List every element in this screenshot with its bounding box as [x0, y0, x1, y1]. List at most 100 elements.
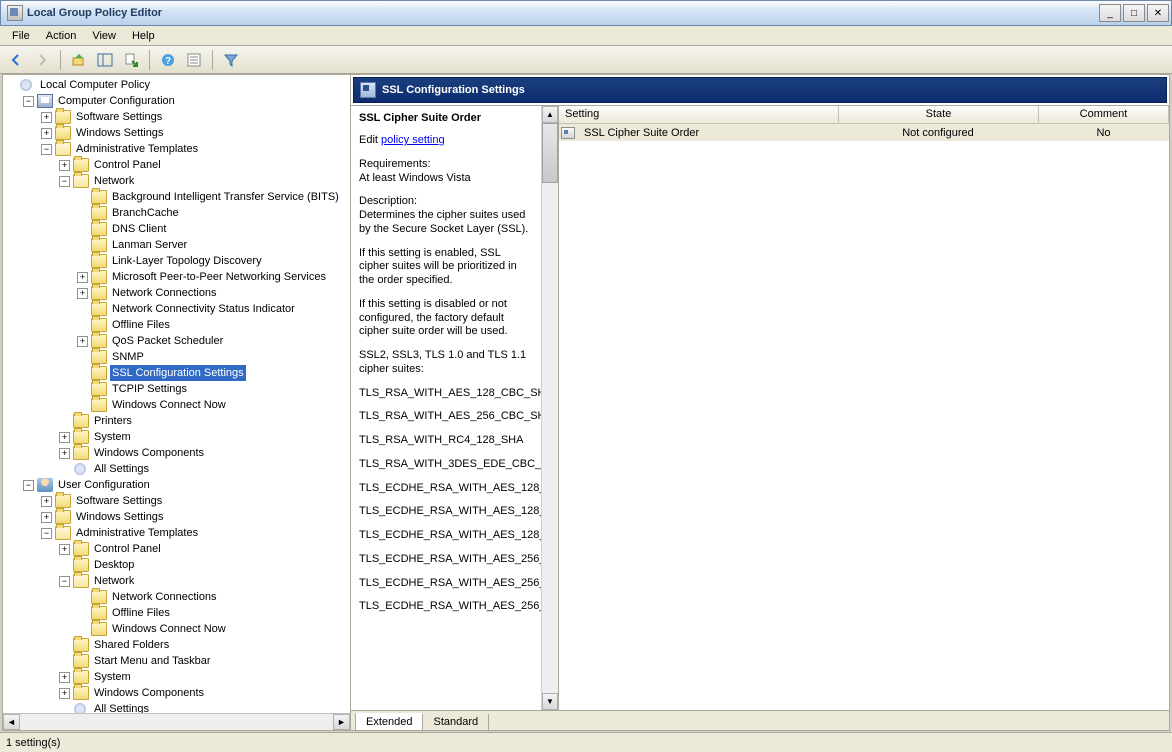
tree-item[interactable]: SNMP: [5, 349, 350, 365]
tree-item[interactable]: DNS Client: [5, 221, 350, 237]
expand-icon[interactable]: +: [59, 160, 70, 171]
tree-item[interactable]: Windows Connect Now: [5, 621, 350, 637]
expand-icon[interactable]: +: [77, 272, 88, 283]
expand-icon[interactable]: +: [41, 512, 52, 523]
collapse-icon[interactable]: −: [59, 176, 70, 187]
cipher-suite: TLS_ECDHE_RSA_WITH_AES_256_CBC_SHA_P521: [359, 600, 532, 614]
help-button[interactable]: ?: [156, 49, 180, 71]
tree-item[interactable]: Windows Connect Now: [5, 397, 350, 413]
expand-icon[interactable]: +: [59, 672, 70, 683]
tree-item[interactable]: −Administrative Templates: [5, 525, 350, 541]
col-comment[interactable]: Comment: [1039, 106, 1169, 123]
tree-item[interactable]: +Control Panel: [5, 157, 350, 173]
properties-button[interactable]: [182, 49, 206, 71]
tree-item[interactable]: +Microsoft Peer-to-Peer Networking Servi…: [5, 269, 350, 285]
expand-icon[interactable]: +: [77, 336, 88, 347]
folder-icon: [91, 286, 107, 300]
menu-help[interactable]: Help: [124, 28, 163, 44]
collapse-icon[interactable]: −: [23, 96, 34, 107]
menu-action[interactable]: Action: [38, 28, 85, 44]
tree-item[interactable]: BranchCache: [5, 205, 350, 221]
tree-item[interactable]: −User Configuration: [5, 477, 350, 493]
filter-button[interactable]: [219, 49, 243, 71]
tree-item[interactable]: −Computer Configuration: [5, 93, 350, 109]
export-list-button[interactable]: [119, 49, 143, 71]
tree-item[interactable]: Network Connections: [5, 589, 350, 605]
tree-item[interactable]: Desktop: [5, 557, 350, 573]
tree-item[interactable]: +System: [5, 429, 350, 445]
folder-icon: [91, 398, 107, 412]
tree-item[interactable]: +Software Settings: [5, 493, 350, 509]
collapse-icon[interactable]: −: [59, 576, 70, 587]
show-hide-tree-button[interactable]: [93, 49, 117, 71]
folder-icon: [55, 110, 71, 124]
tree-item[interactable]: Background Intelligent Transfer Service …: [5, 189, 350, 205]
setting-row[interactable]: SSL Cipher Suite OrderNot configuredNo: [559, 124, 1169, 141]
policy-tree[interactable]: Local Computer Policy−Computer Configura…: [3, 75, 350, 713]
tree-item[interactable]: +Control Panel: [5, 541, 350, 557]
tree-item[interactable]: −Administrative Templates: [5, 141, 350, 157]
tab-extended[interactable]: Extended: [355, 713, 423, 731]
collapse-icon[interactable]: −: [23, 480, 34, 491]
tree-item-label: Network Connections: [110, 285, 219, 301]
up-button[interactable]: [67, 49, 91, 71]
collapse-icon[interactable]: −: [41, 528, 52, 539]
tree-item-label: Network Connections: [110, 589, 219, 605]
collapse-icon[interactable]: −: [41, 144, 52, 155]
tree-hscrollbar[interactable]: ◄►: [3, 713, 350, 730]
cipher-suite: TLS_ECDHE_RSA_WITH_AES_128_CBC_SHA_P384: [359, 505, 532, 519]
expander-spacer: [77, 192, 88, 203]
tree-item[interactable]: +Windows Components: [5, 445, 350, 461]
menu-view[interactable]: View: [84, 28, 124, 44]
tree-item[interactable]: Link-Layer Topology Discovery: [5, 253, 350, 269]
forward-button[interactable]: [30, 49, 54, 71]
tree-item[interactable]: + Network Connections: [5, 285, 350, 301]
desc-disabled: If this setting is disabled or not confi…: [359, 298, 532, 339]
edit-policy-link[interactable]: policy setting: [381, 134, 445, 146]
close-button[interactable]: ✕: [1147, 4, 1169, 22]
expand-icon[interactable]: +: [41, 496, 52, 507]
tree-item[interactable]: +QoS Packet Scheduler: [5, 333, 350, 349]
tree-item[interactable]: All Settings: [5, 461, 350, 477]
tree-item[interactable]: Lanman Server: [5, 237, 350, 253]
tree-item[interactable]: Network Connectivity Status Indicator: [5, 301, 350, 317]
expand-icon[interactable]: +: [41, 128, 52, 139]
maximize-button[interactable]: □: [1123, 4, 1145, 22]
folder-icon: [73, 558, 89, 572]
list-header[interactable]: Setting State Comment: [559, 106, 1169, 124]
tree-item[interactable]: TCPIP Settings: [5, 381, 350, 397]
tree-item[interactable]: +Windows Settings: [5, 509, 350, 525]
tree-item[interactable]: Printers: [5, 413, 350, 429]
expand-icon[interactable]: +: [59, 544, 70, 555]
tree-item[interactable]: +Windows Settings: [5, 125, 350, 141]
tree-item[interactable]: Shared Folders: [5, 637, 350, 653]
minimize-button[interactable]: _: [1099, 4, 1121, 22]
expand-icon[interactable]: +: [59, 448, 70, 459]
tree-item[interactable]: Offline Files: [5, 605, 350, 621]
col-state[interactable]: State: [839, 106, 1039, 123]
tree-item[interactable]: −Network: [5, 173, 350, 189]
cell-setting: SSL Cipher Suite Order: [578, 126, 838, 140]
expand-icon[interactable]: +: [59, 432, 70, 443]
tree-item[interactable]: SSL Configuration Settings: [5, 365, 350, 381]
back-button[interactable]: [4, 49, 28, 71]
menu-file[interactable]: File: [4, 28, 38, 44]
main-area: Local Computer Policy−Computer Configura…: [2, 74, 1170, 731]
expand-icon[interactable]: +: [41, 112, 52, 123]
tree-item[interactable]: All Settings: [5, 701, 350, 713]
folder-icon: [91, 334, 107, 348]
tree-item[interactable]: +System: [5, 669, 350, 685]
tab-standard[interactable]: Standard: [422, 714, 489, 731]
col-setting[interactable]: Setting: [559, 106, 839, 123]
tree-item[interactable]: Local Computer Policy: [5, 77, 350, 93]
tree-item[interactable]: +Software Settings: [5, 109, 350, 125]
description-vscrollbar[interactable]: ▲▼: [541, 106, 558, 710]
tree-item[interactable]: Offline Files: [5, 317, 350, 333]
tree-item[interactable]: +Windows Components: [5, 685, 350, 701]
gear-icon: [19, 78, 35, 92]
tree-item[interactable]: −Network: [5, 573, 350, 589]
tree-item-label: SSL Configuration Settings: [110, 365, 246, 381]
tree-item[interactable]: Start Menu and Taskbar: [5, 653, 350, 669]
expand-icon[interactable]: +: [77, 288, 88, 299]
expand-icon[interactable]: +: [59, 688, 70, 699]
